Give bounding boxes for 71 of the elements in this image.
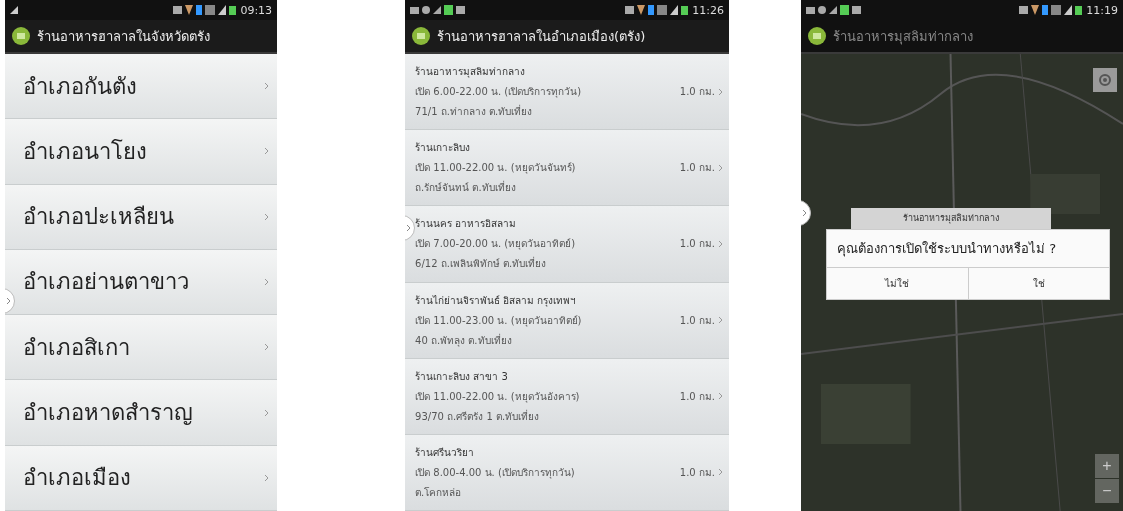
chevron-icon [718,392,724,401]
cell-signal-icon [670,5,679,15]
restaurant-item[interactable]: ร้านเกาะลิบง เปิด 11.00-22.00 น. (หยุดวันจันทร์) ถ.รักษ์จันทน์ ต.ทับเที่ยง 1.0 กม. [405,130,730,207]
clock-time: 09:13 [240,3,273,17]
district-item[interactable]: อำเภอเมือง [5,445,278,511]
my-location-button[interactable] [1093,68,1117,92]
restaurant-name: ร้านเกาะลิบง [415,141,472,156]
district-item[interactable]: อำเภอย่านตาขาว [5,249,278,316]
restaurant-address: 6/12 ถ.เพลินพิทักษ์ ต.ทับเที่ยง [415,256,548,272]
cell-signal-icon [218,5,227,15]
distance-label: 1.0 กม. [679,237,716,252]
opening-hours: เปิด 11.00-22.00 น. (หยุดวันจันทร์) [415,161,577,176]
restaurant-item[interactable]: ร้านศรีนวริยา เปิด 8.00-4.00 น. (เปิดบริการทุกวัน) ต.โคกหล่อ 1.0 กม. [405,434,730,511]
restaurant-name: ร้านอาหารมุสลิมท่ากลาง [415,65,527,80]
opening-hours: เปิด 8.00-4.00 น. (เปิดบริการทุกวัน) [415,465,576,480]
target-icon [1098,73,1112,87]
clock-time: 11:19 [1086,3,1118,17]
chevron-icon [264,278,270,286]
distance-label: 1.0 กม. [679,389,716,404]
distance-label: 1.0 กม. [679,85,716,100]
app-title: ร้านอาหารฮาลาลในจังหวัดตรัง [37,27,210,46]
restaurant-item[interactable]: ร้านไก่ย่านจิราพันธ์ อิสลาม กรุงเทพฯ เปิด 11.00-23.00 น. (หยุดวันอาทิตย์) 40 ถ.พัทลุง ต.ทับเที่ยง 1.0 กม. [405,282,730,359]
district-item[interactable]: อำเภอนาโยง [5,119,278,185]
restaurant-name: ร้านนคร อาหารอิสลาม [415,217,518,232]
zoom-in-button[interactable]: + [1095,454,1119,478]
chevron-icon [264,212,270,221]
district-item[interactable]: อำเภอปะเหลียน [5,184,278,250]
opening-hours: เปิด 11.00-22.00 น. (หยุดวันอังคาร) [415,389,581,404]
chevron-icon [264,408,270,417]
district-item[interactable]: อำเภอกันตัง [5,54,278,120]
clock-time: 11:26 [692,3,725,17]
app-title: ร้านอาหารมุสลิมท่ากลาง [833,27,974,47]
district-item[interactable]: อำเภอสิเกา [5,315,278,381]
restaurant-item[interactable]: ร้านนคร อาหารอิสลาม เปิด 7.00-20.00 น. (หยุดวันอาทิตย์) 6/12 ถ.เพลินพิทักษ์ ต.ทับเที่ยง 1.0 กม. [405,206,730,283]
chevron-icon [718,239,724,248]
restaurant-address: ถ.รักษ์จันทน์ ต.ทับเที่ยง [415,180,517,196]
app-logo-icon [411,26,432,46]
opening-hours: เปิด 6.00-22.00 น. (เปิดบริการทุกวัน) [415,85,583,100]
restaurant-address: 71/1 ถ.ท่ากลาง ต.ทับเที่ยง [415,104,534,120]
zoom-out-button[interactable]: − [1095,479,1119,503]
restaurant-name: ร้านเกาะลิบง สาขา 3 [415,369,509,384]
opening-hours: เปิด 7.00-20.00 น. (หยุดวันอาทิตย์) [415,237,577,252]
signal-icon [10,6,18,14]
distance-label: 1.0 กม. [679,313,716,328]
chevron-icon [264,147,270,156]
distance-label: 1.0 กม. [679,161,716,176]
restaurant-item[interactable]: ร้านเกาะลิบง สาขา 3 เปิด 11.00-22.00 น. (หยุดวันอังคาร) 93/70 ถ.ศรีตรัง 1 ต.ทับเที่ยง 1.0 กม. [405,358,730,435]
restaurant-address: 40 ถ.พัทลุง ต.ทับเที่ยง [415,332,513,348]
cell-signal-icon [1064,5,1073,15]
chevron-icon [718,468,724,477]
dialog-button[interactable]: ไม่ใช่ [827,268,968,299]
district-item[interactable]: อำเภอหาดสำราญ [5,380,278,446]
signal-icon [829,6,838,14]
chevron-icon [718,316,724,325]
chevron-icon [264,473,270,482]
restaurant-name: ร้านไก่ย่านจิราพันธ์ อิสลาม กรุงเทพฯ [415,293,578,308]
app-logo-icon [807,26,828,46]
chevron-icon [718,163,724,172]
restaurant-address: 93/70 ถ.ศรีตรัง 1 ต.ทับเที่ยง [415,408,541,424]
app-title: ร้านอาหารฮาลาลในอำเภอเมือง(ตรัง) [437,27,646,46]
restaurant-item[interactable]: ร้านอาหารมุสลิมท่ากลาง เปิด 6.00-22.00 น. (เปิดบริการทุกวัน) 71/1 ถ.ท่ากลาง ต.ทับเที่ยง 1.0 กม. [405,54,730,131]
chevron-icon [264,82,270,91]
opening-hours: เปิด 11.00-23.00 น. (หยุดวันอาทิตย์) [415,313,583,328]
dialog-button[interactable]: ใช่ [967,268,1110,299]
restaurant-name: ร้านศรีนวริยา [415,445,476,460]
distance-label: 1.0 กม. [679,465,716,480]
app-logo-icon [11,26,31,46]
signal-icon [433,6,442,14]
chevron-icon [264,343,270,352]
restaurant-address: ต.โคกหล่อ [415,485,463,500]
chevron-icon [718,87,724,96]
